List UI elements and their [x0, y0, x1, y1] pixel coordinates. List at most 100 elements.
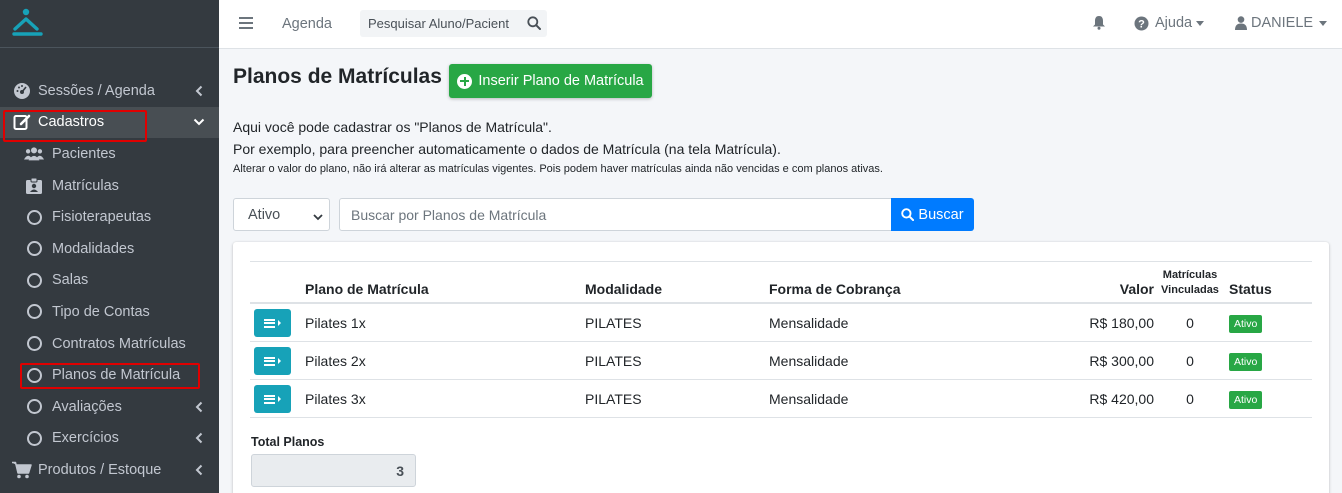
chevron-left-icon	[193, 463, 205, 477]
sidebar-item-exercicios[interactable]: Exercícios	[0, 423, 219, 455]
chevron-left-icon	[193, 431, 205, 445]
sidebar-item-sessoes-agenda[interactable]: Sessões / Agenda	[0, 75, 219, 107]
search-icon[interactable]	[527, 16, 541, 30]
total-plans-label: Total Planos	[251, 435, 325, 449]
cell-value: R$ 420,00	[1089, 391, 1154, 407]
circle-icon	[24, 207, 44, 227]
plan-search-input[interactable]	[339, 198, 892, 231]
cell-modality: PILATES	[585, 353, 642, 369]
sidebar: Sessões / Agenda Cadastros Pacientes Mat…	[0, 0, 219, 493]
search-button-label: Buscar	[918, 206, 964, 223]
row-actions-button[interactable]	[254, 347, 291, 375]
table-row: Pilates 2x PILATES Mensalidade R$ 300,00…	[250, 342, 1312, 380]
header-status: Status	[1229, 281, 1272, 297]
table-row: Pilates 1x PILATES Mensalidade R$ 180,00…	[250, 304, 1312, 342]
header-value: Valor	[1119, 281, 1154, 297]
circle-icon	[24, 397, 44, 417]
cart-icon	[12, 460, 32, 480]
user-name: DANIELE	[1251, 15, 1314, 31]
caret-right-icon	[278, 320, 281, 326]
plans-card: Plano de Matrícula Modalidade Forma de C…	[233, 242, 1329, 493]
caret-right-icon	[278, 358, 281, 364]
sidebar-item-label: Salas	[52, 272, 89, 289]
highlight-box-cadastros	[3, 110, 147, 142]
cell-value: R$ 180,00	[1089, 315, 1154, 331]
insert-plan-label: Inserir Plano de Matrícula	[478, 73, 644, 89]
chevron-down-icon	[313, 210, 323, 221]
cell-billing: Mensalidade	[769, 391, 849, 407]
sidebar-item-modalidades[interactable]: Modalidades	[0, 233, 219, 265]
status-filter-select[interactable]: Ativo	[233, 198, 330, 231]
help-menu[interactable]: ? Ajuda	[1134, 15, 1205, 31]
header-linked-line2: Vinculadas	[1161, 284, 1219, 296]
row-actions-button[interactable]	[254, 309, 291, 337]
sidebar-item-pacientes[interactable]: Pacientes	[0, 138, 219, 170]
cell-plan: Pilates 2x	[305, 353, 366, 369]
notifications-button[interactable]	[1092, 15, 1106, 34]
description-note: Alterar o valor do plano, não irá altera…	[233, 163, 883, 175]
cell-modality: PILATES	[585, 315, 642, 331]
svg-text:?: ?	[1138, 18, 1145, 30]
search-icon	[901, 208, 915, 221]
bars-icon	[264, 318, 275, 328]
sidebar-item-label: Contratos Matrículas	[52, 335, 186, 352]
question-circle-icon: ?	[1134, 16, 1149, 31]
top-navbar: Agenda ? Ajuda DANIELE	[219, 0, 1342, 49]
tachometer-icon	[12, 81, 32, 101]
sidebar-item-label: Tipo de Contas	[52, 303, 150, 320]
cell-linked: 0	[1186, 391, 1194, 407]
user-menu[interactable]: DANIELE	[1235, 15, 1328, 31]
help-label: Ajuda	[1155, 15, 1193, 31]
circle-icon	[24, 334, 44, 354]
cell-value: R$ 300,00	[1089, 353, 1154, 369]
sidebar-item-matriculas[interactable]: Matrículas	[0, 170, 219, 202]
brand[interactable]	[0, 0, 219, 48]
sidebar-item-label: Pacientes	[52, 145, 116, 162]
chevron-down-icon	[193, 115, 205, 129]
sidebar-item-label: Produtos / Estoque	[38, 461, 162, 478]
status-filter-value: Ativo	[248, 206, 281, 223]
sidebar-item-label: Sessões / Agenda	[38, 82, 155, 99]
search-button[interactable]: Buscar	[891, 198, 974, 231]
sidebar-item-label: Matrículas	[52, 177, 119, 194]
sidebar-item-fisioterapeutas[interactable]: Fisioterapeutas	[0, 201, 219, 233]
plus-circle-icon	[457, 73, 473, 89]
insert-plan-button[interactable]: Inserir Plano de Matrícula	[449, 64, 652, 98]
sidebar-item-produtos-estoque[interactable]: Produtos / Estoque	[0, 454, 219, 486]
logo-icon	[12, 7, 44, 40]
patient-search-input[interactable]	[360, 10, 520, 37]
hamburger-menu-icon[interactable]	[239, 16, 253, 32]
caret-right-icon	[278, 396, 281, 402]
description-line-2: Por exemplo, para preencher automaticame…	[233, 141, 781, 157]
cell-modality: PILATES	[585, 391, 642, 407]
agenda-link[interactable]: Agenda	[282, 16, 332, 32]
header-billing: Forma de Cobrança	[769, 281, 901, 297]
patient-search	[360, 10, 547, 37]
status-badge: Ativo	[1229, 315, 1263, 333]
header-linked-line1: Matrículas	[1162, 269, 1218, 281]
sidebar-item-label: Modalidades	[52, 240, 135, 257]
main-content: Planos de Matrículas Inserir Plano de Ma…	[219, 49, 1342, 493]
highlight-box-planos-de-matricula	[20, 363, 200, 389]
cell-plan: Pilates 3x	[305, 391, 366, 407]
total-plans-value: 3	[251, 454, 416, 487]
cell-billing: Mensalidade	[769, 315, 849, 331]
sidebar-item-avaliacoes[interactable]: Avaliações	[0, 391, 219, 423]
sidebar-item-label: Fisioterapeutas	[52, 209, 152, 226]
sidebar-item-salas[interactable]: Salas	[0, 265, 219, 297]
circle-icon	[24, 239, 44, 259]
caret-down-icon	[1196, 20, 1205, 26]
chevron-left-icon	[193, 400, 205, 414]
header-plan: Plano de Matrícula	[305, 281, 429, 297]
header-modality: Modalidade	[585, 281, 663, 297]
row-actions-button[interactable]	[254, 385, 291, 413]
bars-icon	[264, 394, 275, 404]
table-header: Plano de Matrícula Modalidade Forma de C…	[250, 262, 1312, 304]
sidebar-item-label: Avaliações	[52, 398, 122, 415]
header-linked-enrollments: Matrículas Vinculadas	[1159, 268, 1221, 298]
users-icon	[24, 144, 44, 164]
sidebar-item-contratos-matriculas[interactable]: Contratos Matrículas	[0, 328, 219, 360]
cell-billing: Mensalidade	[769, 353, 849, 369]
sidebar-item-tipo-de-contas[interactable]: Tipo de Contas	[0, 296, 219, 328]
cell-linked: 0	[1186, 353, 1194, 369]
